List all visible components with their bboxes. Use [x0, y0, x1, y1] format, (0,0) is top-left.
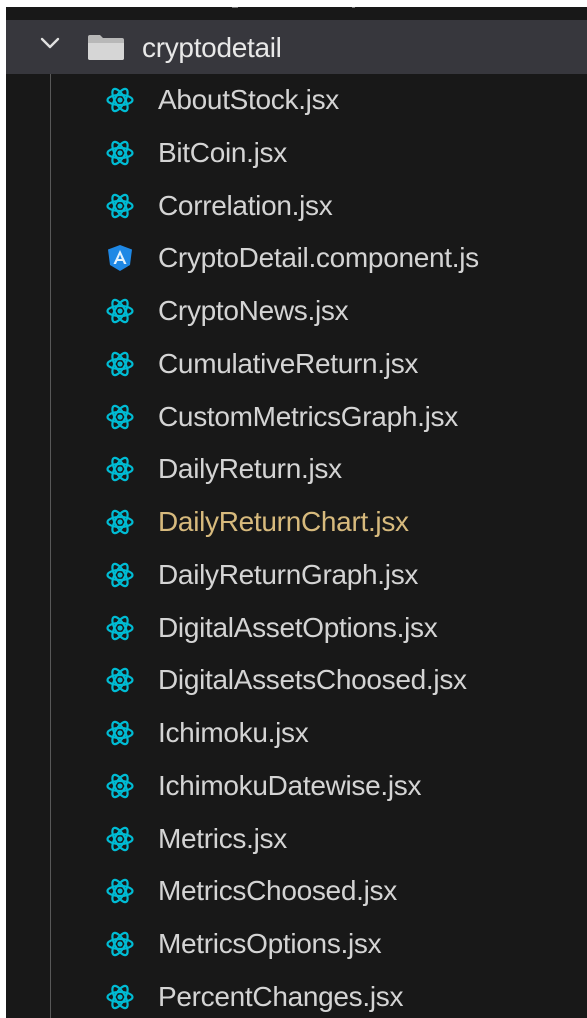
file-item[interactable]: DigitalAssetOptions.jsx — [0, 602, 587, 655]
react-icon — [106, 457, 134, 482]
file-name: CumulativeReturn.jsx — [158, 347, 419, 379]
file-item[interactable]: PercentChanges.jsx — [0, 971, 587, 1018]
file-name: DailyReturnGraph.jsx — [158, 558, 419, 590]
file-item[interactable]: MetricsOptions.jsx — [0, 918, 587, 971]
react-icon — [106, 984, 134, 1009]
file-item[interactable]: DigitalAssetsChoosed.jsx — [0, 654, 587, 707]
image-border-left — [0, 0, 6, 1018]
react-icon — [106, 193, 134, 218]
file-item[interactable]: Metrics.jsx — [0, 813, 587, 866]
file-name: CryptoNews.jsx — [158, 295, 349, 326]
folder-icon — [88, 35, 124, 60]
react-icon — [106, 879, 134, 904]
file-item[interactable]: DailyReturnGraph.jsx — [0, 549, 587, 602]
react-icon — [106, 668, 134, 693]
file-name: CustomMetricsGraph.jsx — [158, 400, 458, 432]
react-icon — [106, 773, 134, 798]
react-icon — [106, 826, 134, 851]
file-item[interactable]: CryptoNews.jsx — [0, 285, 587, 338]
file-name: IchimokuDatewise.jsx — [158, 769, 422, 801]
folder-row-cryptodetail[interactable]: cryptodetail — [6, 20, 587, 74]
file-list: AboutStock.jsx BitCoin.jsx Correlation.j… — [0, 74, 587, 1018]
file-item[interactable]: IchimokuDatewise.jsx — [0, 760, 587, 813]
react-icon — [106, 562, 134, 587]
angular-icon — [108, 245, 132, 272]
file-name: CryptoDetail.component.js — [158, 242, 479, 274]
file-item[interactable]: AboutStock.jsx — [0, 74, 587, 127]
react-icon — [106, 509, 134, 535]
file-item[interactable]: BitCoin.jsx — [0, 127, 587, 180]
file-name: DigitalAssetOptions.jsx — [158, 611, 438, 643]
file-item[interactable]: MetricsChoosed.jsx — [0, 865, 587, 918]
react-icon — [106, 140, 134, 165]
file-name: BitCoin.jsx — [158, 136, 287, 168]
file-item[interactable]: Ichimoku.jsx — [0, 707, 587, 760]
react-icon — [106, 87, 134, 113]
react-icon — [106, 931, 134, 957]
file-name: DailyReturn.jsx — [158, 453, 342, 485]
chevron-down-icon[interactable] — [39, 32, 61, 54]
file-name: MetricsOptions.jsx — [158, 928, 382, 959]
file-name: AboutStock.jsx — [158, 84, 339, 115]
react-icon — [106, 615, 134, 640]
file-explorer-panel: cryptodetail AboutStock.jsx BitCoin.jsx … — [0, 0, 587, 1018]
react-icon — [106, 404, 134, 429]
file-name: DailyReturnChart.jsx — [158, 506, 409, 537]
file-item[interactable]: CustomMetricsGraph.jsx — [0, 391, 587, 444]
file-name: PercentChanges.jsx — [158, 980, 404, 1012]
file-item[interactable]: Correlation.jsx — [0, 180, 587, 233]
file-item[interactable]: DailyReturnChart.jsx — [0, 496, 587, 549]
file-item[interactable]: CumulativeReturn.jsx — [0, 338, 587, 391]
file-name: MetricsChoosed.jsx — [158, 875, 397, 907]
folder-name: cryptodetail — [142, 32, 282, 63]
file-name: Metrics.jsx — [158, 822, 287, 854]
file-name: Ichimoku.jsx — [158, 717, 309, 748]
react-icon — [106, 298, 134, 324]
react-icon — [106, 720, 134, 746]
file-item[interactable]: DailyReturn.jsx — [0, 443, 587, 496]
file-name: Correlation.jsx — [158, 189, 333, 221]
file-item[interactable]: CryptoDetail.component.js — [0, 232, 587, 285]
file-name: DigitalAssetsChoosed.jsx — [158, 664, 467, 696]
react-icon — [106, 351, 134, 376]
image-border-top — [0, 0, 587, 7]
